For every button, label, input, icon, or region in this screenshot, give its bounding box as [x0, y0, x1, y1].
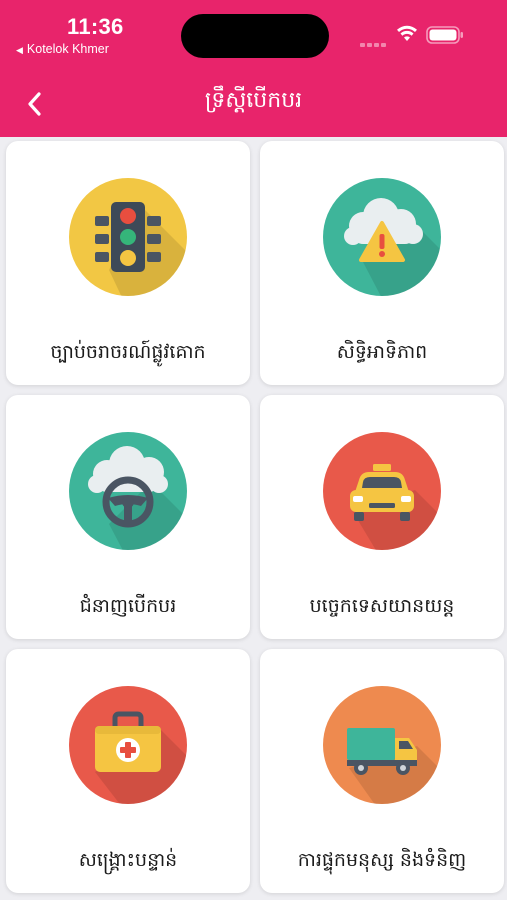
card-priority-rights[interactable]: សិទ្ធិអាទិភាព	[260, 141, 504, 385]
steering-wheel-icon	[69, 432, 187, 550]
card-first-aid[interactable]: សង្គ្រោះបន្ទាន់	[6, 649, 250, 893]
card-vehicle-techniques[interactable]: បច្ចេកទេសយានយន្ត	[260, 395, 504, 639]
status-time: 11:36	[67, 14, 124, 39]
app-header: 11:36 ◀ Kotelok Khmer ទ្រឹស្ដីបើកបរ	[0, 0, 507, 137]
card-road-traffic-law[interactable]: ច្បាប់ចរាចរណ៍ផ្លូវគោក	[6, 141, 250, 385]
truck-icon	[323, 686, 441, 804]
first-aid-kit-icon	[69, 686, 187, 804]
dynamic-island	[181, 14, 329, 58]
status-back-to-app[interactable]: ◀ Kotelok Khmer	[16, 42, 109, 56]
card-label: ការផ្ទុកមនុស្ស និងទំនិញ	[297, 849, 467, 871]
page-title: ទ្រឹស្ដីបើកបរ	[204, 88, 303, 113]
cloud-warning-icon	[323, 178, 441, 296]
cellular-signal-icon	[360, 32, 388, 51]
traffic-light-icon	[69, 178, 187, 296]
wifi-icon	[397, 25, 417, 41]
card-driving-skills[interactable]: ជំនាញបើកបរ	[6, 395, 250, 639]
card-label: សិទ្ធិអាទិភាព	[336, 341, 428, 363]
card-label: បច្ចេកទេសយានយន្ត	[309, 595, 455, 617]
card-label: ច្បាប់ចរាចរណ៍ផ្លូវគោក	[50, 341, 206, 363]
card-label: ជំនាញបើកបរ	[79, 595, 177, 617]
battery-icon	[426, 26, 463, 44]
status-back-app-name: Kotelok Khmer	[26, 42, 109, 56]
back-triangle-icon: ◀	[16, 45, 23, 55]
card-label: សង្គ្រោះបន្ទាន់	[78, 849, 178, 871]
card-transport-people-goods[interactable]: ការផ្ទុកមនុស្ស និងទំនិញ	[260, 649, 504, 893]
status-icons	[360, 24, 470, 47]
taxi-icon	[323, 432, 441, 550]
